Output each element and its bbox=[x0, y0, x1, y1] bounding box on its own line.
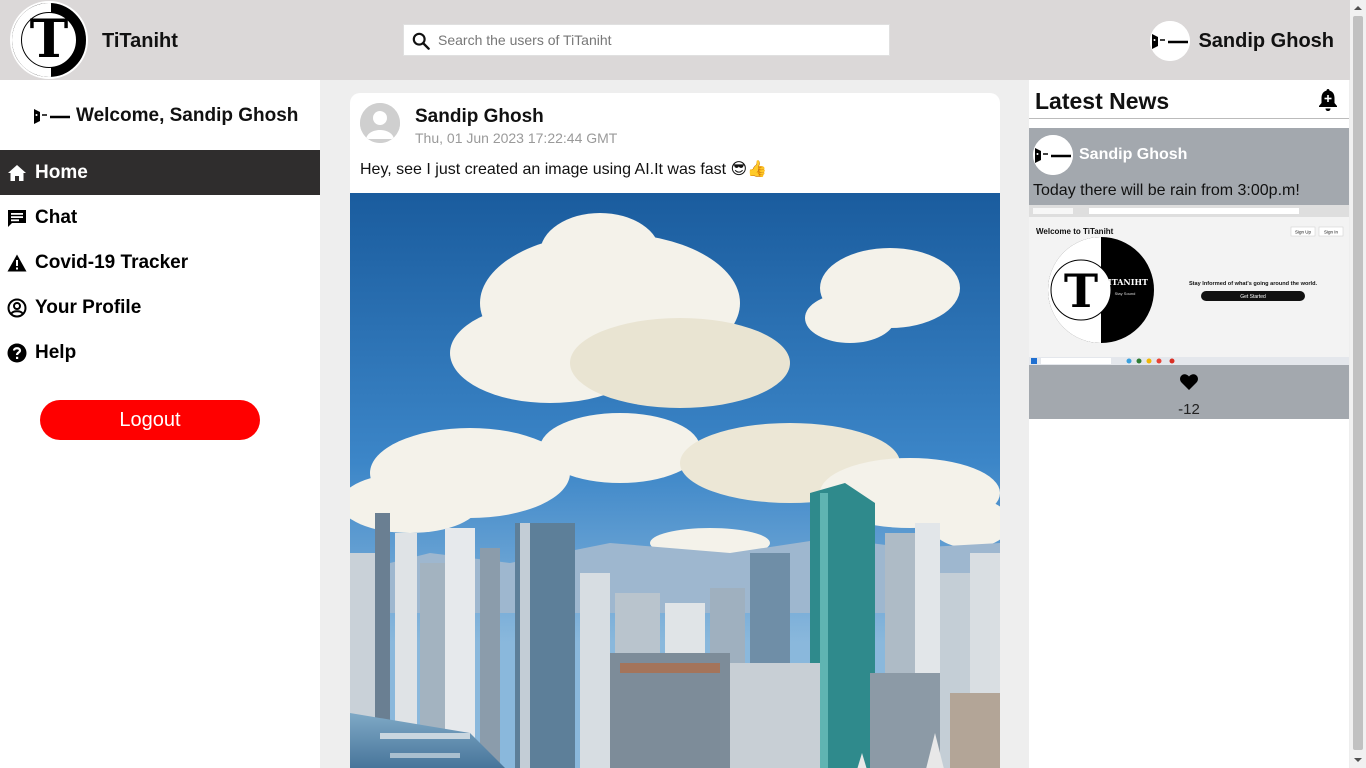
default-user-icon bbox=[360, 103, 400, 143]
search-icon bbox=[412, 32, 430, 50]
sidebar-item-label: Covid-19 Tracker bbox=[35, 251, 189, 273]
logout-button[interactable]: Logout bbox=[40, 400, 260, 440]
home-icon bbox=[7, 163, 27, 183]
header-user[interactable]: Sandip Ghosh bbox=[1150, 21, 1334, 61]
avatar bbox=[1033, 135, 1073, 175]
main-feed: Sandip Ghosh Thu, 01 Jun 2023 17:22:44 G… bbox=[320, 80, 1029, 768]
search-input[interactable] bbox=[438, 25, 878, 55]
like-count: -12 bbox=[1178, 401, 1200, 418]
screenshot-logo-letter: T bbox=[1064, 264, 1098, 318]
profile-icon bbox=[7, 298, 27, 318]
sidebar-item-label: Help bbox=[35, 341, 77, 363]
app-logo[interactable]: T bbox=[10, 1, 88, 79]
post-timestamp: Thu, 01 Jun 2023 17:22:44 GMT bbox=[415, 130, 618, 146]
sidebar-item-help[interactable]: Help bbox=[0, 330, 320, 375]
post-text: Hey, see I just created an image using A… bbox=[360, 161, 768, 178]
top-header: T TiTaniht Sandip Ghosh bbox=[0, 0, 1350, 80]
logo-letter: T bbox=[29, 9, 69, 70]
news-card: Sandip Ghosh Today there will be rain fr… bbox=[1029, 128, 1349, 419]
sidebar-item-home[interactable]: Home bbox=[0, 150, 320, 195]
post-image[interactable] bbox=[350, 193, 1000, 768]
chat-icon bbox=[7, 208, 27, 228]
news-divider bbox=[1029, 118, 1349, 119]
sidebar-item-covid-tracker[interactable]: Covid-19 Tracker bbox=[0, 240, 320, 285]
news-image[interactable]: Welcome to TiTaniht Sign Up Sign In T TI… bbox=[1029, 205, 1349, 365]
post-author-avatar[interactable] bbox=[360, 103, 400, 143]
brand-name[interactable]: TiTaniht bbox=[102, 30, 178, 53]
screenshot-logo-text: TITANIHT bbox=[1102, 277, 1148, 287]
sidebar-item-label: Home bbox=[35, 161, 88, 183]
sidebar-item-label: Your Profile bbox=[35, 296, 142, 318]
search-bar[interactable] bbox=[403, 24, 890, 56]
news-panel: Latest News Sandip Ghosh Today there wil… bbox=[1029, 80, 1349, 768]
news-title: Latest News bbox=[1035, 88, 1170, 114]
page-scrollbar[interactable] bbox=[1350, 0, 1366, 768]
news-text: Today there will be rain from 3:00p.m! bbox=[1033, 182, 1300, 199]
screenshot-cta: Get Started bbox=[1240, 294, 1266, 300]
avatar bbox=[32, 96, 72, 136]
sunglasses-avatar-icon bbox=[32, 96, 72, 136]
screenshot-logo-sub: Stay Sound bbox=[1115, 291, 1136, 296]
screenshot-signin: Sign In bbox=[1324, 230, 1339, 235]
sidebar-nav: Home Chat Covid-19 Tracker Your Profile … bbox=[0, 150, 320, 375]
sunglasses-avatar-icon bbox=[1150, 21, 1191, 61]
screenshot-signup: Sign Up bbox=[1295, 230, 1312, 235]
news-author[interactable]: Sandip Ghosh bbox=[1033, 135, 1187, 175]
scroll-thumb[interactable] bbox=[1353, 16, 1363, 750]
sidebar-item-chat[interactable]: Chat bbox=[0, 195, 320, 240]
scroll-down-arrow-icon[interactable] bbox=[1350, 752, 1366, 768]
screenshot-tagline: Stay Informed of what's going around the… bbox=[1189, 281, 1318, 287]
welcome-banner: Welcome, Sandip Ghosh bbox=[32, 96, 298, 136]
sunglasses-avatar-icon bbox=[1033, 135, 1073, 175]
sidebar-item-profile[interactable]: Your Profile bbox=[0, 285, 320, 330]
post-author-name[interactable]: Sandip Ghosh bbox=[415, 106, 544, 128]
welcome-text: Welcome, Sandip Ghosh bbox=[76, 105, 299, 126]
warning-icon bbox=[7, 253, 27, 273]
heart-like-icon[interactable] bbox=[1179, 372, 1199, 392]
left-sidebar: Welcome, Sandip Ghosh Home Chat Covid-19… bbox=[0, 80, 320, 768]
bell-icon[interactable] bbox=[1317, 88, 1339, 112]
avatar[interactable] bbox=[1150, 21, 1191, 61]
screenshot-heading: Welcome to TiTaniht bbox=[1036, 227, 1114, 236]
scroll-up-arrow-icon[interactable] bbox=[1350, 0, 1366, 16]
news-author-name: Sandip Ghosh bbox=[1079, 146, 1188, 163]
header-user-name: Sandip Ghosh bbox=[1198, 29, 1334, 52]
sidebar-item-label: Chat bbox=[35, 206, 78, 228]
help-icon bbox=[7, 343, 27, 363]
post-card: Sandip Ghosh Thu, 01 Jun 2023 17:22:44 G… bbox=[350, 93, 1000, 768]
